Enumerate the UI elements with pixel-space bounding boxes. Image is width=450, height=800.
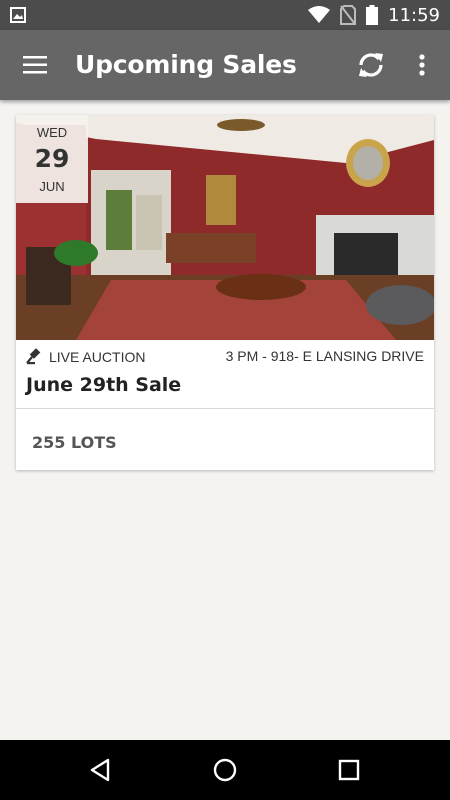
sale-type-label: LIVE AUCTION	[49, 348, 146, 365]
sale-meta: LIVE AUCTION 3 PM - 918- E LANSING DRIVE	[26, 348, 424, 368]
gavel-icon	[26, 348, 41, 365]
sale-time-location: 3 PM - 918- E LANSING DRIVE	[225, 348, 424, 364]
sale-weekday: WED	[36, 125, 68, 140]
home-icon[interactable]	[210, 755, 240, 785]
more-vert-icon[interactable]	[410, 50, 434, 80]
back-icon[interactable]	[86, 755, 116, 785]
sale-type: LIVE AUCTION	[26, 348, 145, 365]
sale-month: JUN	[39, 179, 65, 194]
sale-day: 29	[34, 144, 70, 173]
battery-icon	[366, 5, 379, 25]
lot-count: 255 LOTS	[32, 433, 117, 452]
recents-icon[interactable]	[334, 755, 364, 785]
status-bar: 11:59	[0, 0, 450, 30]
sale-card[interactable]: WED 29 JUN LIVE AUCTION 3 PM - 918- E LA…	[16, 115, 434, 470]
refresh-icon[interactable]	[354, 48, 388, 82]
sale-title: June 29th Sale	[26, 374, 182, 396]
gallery-icon	[10, 7, 26, 23]
clock: 11:59	[388, 4, 440, 26]
wifi-icon	[308, 6, 331, 23]
no-sim-icon	[340, 5, 357, 25]
navigation-bar	[0, 740, 450, 800]
sale-date-badge: WED 29 JUN	[16, 115, 88, 203]
app-bar: Upcoming Sales	[0, 30, 450, 100]
card-divider	[16, 408, 434, 409]
page-title: Upcoming Sales	[75, 50, 297, 79]
menu-icon[interactable]	[18, 50, 52, 80]
